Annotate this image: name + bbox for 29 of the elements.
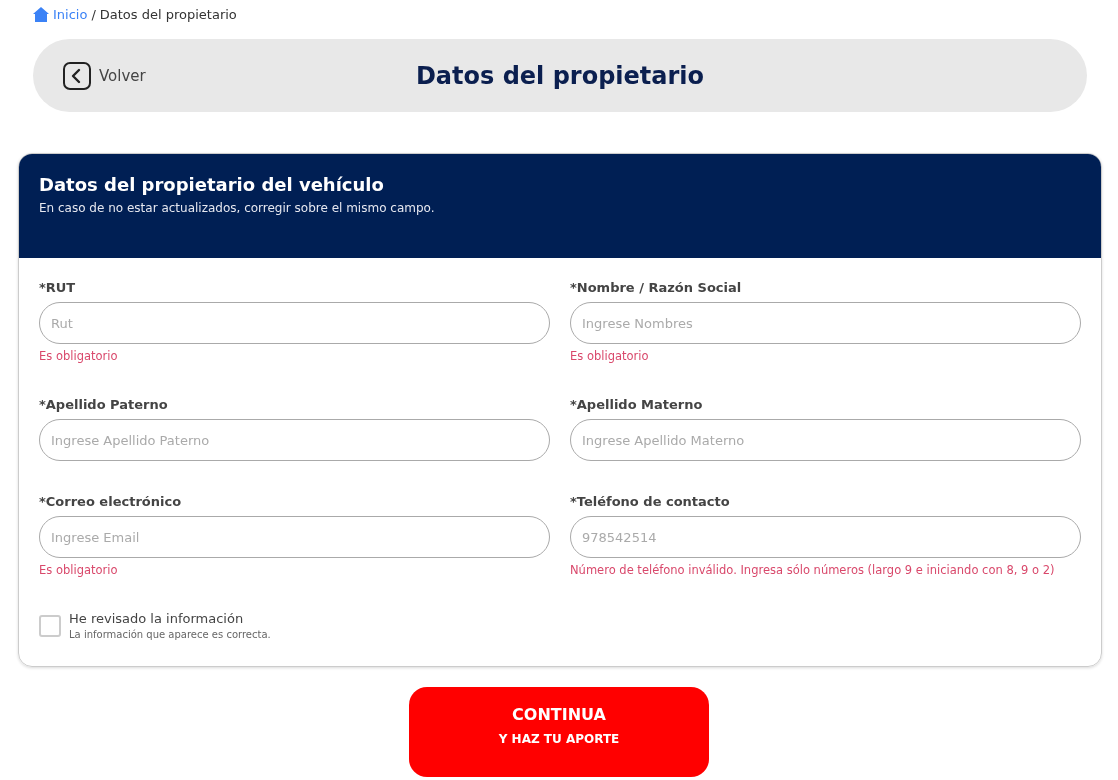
card-subtitle: En caso de no estar actualizados, corregir sobre el mismo campo. — [39, 201, 436, 215]
field-label: *RUT — [39, 280, 77, 295]
input-field[interactable]: Ingrese Apellido Materno — [570, 419, 1081, 461]
input-field[interactable]: 978542514 — [570, 516, 1081, 558]
field-label: *Apellido Materno — [570, 397, 704, 412]
checkbox-label: He revisado la información — [69, 611, 245, 626]
page-title: Datos del propietario — [415, 61, 705, 90]
continue-button[interactable]: CONTINUA Y HAZ TU APORTE — [409, 687, 709, 777]
input-field[interactable]: Ingrese Apellido Paterno — [39, 419, 550, 461]
home-icon — [33, 6, 49, 22]
checkbox-hint: La información que aparece es correcta. — [69, 629, 271, 640]
breadcrumb-current: Datos del propietario — [99, 6, 237, 22]
error-message: Es obligatorio — [39, 563, 119, 577]
breadcrumb-separator: / — [91, 6, 96, 22]
input-field[interactable]: Ingrese Nombres — [570, 302, 1081, 344]
input-field[interactable]: Rut — [39, 302, 550, 344]
field-label: *Apellido Paterno — [39, 397, 169, 412]
field-label: *Teléfono de contacto — [570, 494, 731, 509]
error-message: Es obligatorio — [570, 349, 650, 363]
back-button[interactable]: Volver — [63, 61, 146, 90]
card-title: Datos del propietario del vehículo — [39, 174, 385, 195]
input-field[interactable]: Ingrese Email — [39, 516, 550, 558]
error-message: Número de teléfono inválido. Ingresa sólo números (largo 9 e iniciando con 8, 9 o 2) — [570, 563, 1056, 577]
field-label: *Correo electrónico — [39, 494, 183, 509]
checkbox[interactable] — [39, 614, 61, 637]
back-icon — [63, 61, 91, 90]
error-message: Es obligatorio — [39, 349, 119, 363]
home-link[interactable]: Inicio — [53, 6, 88, 22]
field-label: *Nombre / Razón Social — [570, 280, 743, 295]
